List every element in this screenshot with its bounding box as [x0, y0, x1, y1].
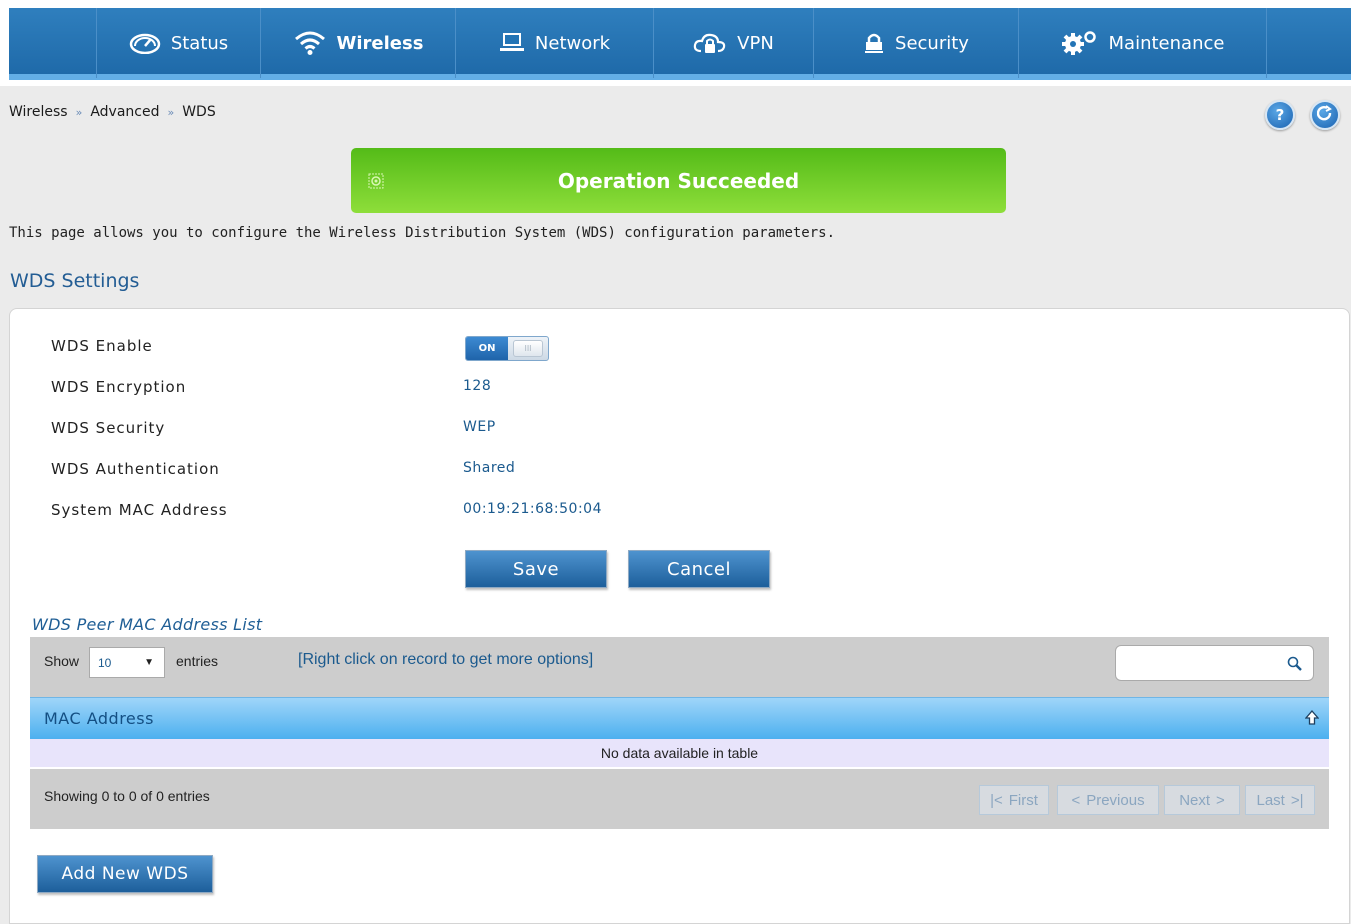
nav-tab-maintenance[interactable]: Maintenance	[1019, 8, 1267, 78]
entries-label: entries	[176, 653, 219, 669]
pager-next-label: Next	[1179, 791, 1211, 809]
pager-next-button[interactable]: Next >	[1164, 785, 1240, 815]
nav-tab-vpn[interactable]: VPN	[654, 8, 814, 78]
wds-security-value: WEP	[463, 419, 496, 435]
nav-tab-network[interactable]: Network	[456, 8, 654, 78]
breadcrumb-item-advanced[interactable]: Advanced	[90, 104, 159, 120]
lock-icon	[863, 31, 885, 55]
breadcrumb-item-wds: WDS	[182, 104, 216, 120]
section-title: WDS Settings	[10, 270, 140, 292]
wds-enable-toggle[interactable]: ON III	[465, 336, 549, 361]
nav-label-wireless: Wireless	[336, 32, 424, 54]
cloud-lock-icon	[693, 31, 727, 55]
wds-encryption-label: WDS Encryption	[51, 378, 187, 396]
breadcrumb-separator: »	[75, 106, 83, 119]
previous-page-icon: <	[1071, 791, 1081, 809]
page-size-value: 10	[98, 656, 112, 670]
nav-label-network: Network	[534, 32, 611, 54]
nav-label-vpn: VPN	[737, 32, 774, 54]
show-label: Show	[44, 653, 80, 669]
speedometer-icon	[129, 32, 161, 54]
nav-label-security: Security	[895, 32, 969, 54]
toggle-knob: III	[513, 340, 543, 357]
peer-list-toolbar: Show 10 ▼ entries [Right click on record…	[30, 637, 1329, 697]
first-page-icon: |<	[990, 791, 1003, 809]
breadcrumb-separator: »	[167, 106, 175, 119]
column-header-mac-address[interactable]: MAC Address	[44, 709, 154, 728]
sort-arrow-up-icon[interactable]	[1304, 710, 1320, 730]
monitor-icon	[499, 32, 525, 54]
pager-last-button[interactable]: Last >|	[1245, 785, 1315, 815]
wds-authentication-label: WDS Authentication	[51, 460, 220, 478]
logout-button[interactable]	[1310, 100, 1340, 130]
nav-tab-status[interactable]: Status	[96, 8, 261, 78]
wds-authentication-value: Shared	[463, 460, 516, 476]
success-icon	[368, 170, 384, 194]
pager-last-label: Last	[1256, 791, 1285, 809]
success-banner: Operation Succeeded	[351, 148, 1006, 213]
system-mac-value: 00:19:21:68:50:04	[463, 501, 602, 517]
nav-tab-security[interactable]: Security	[814, 8, 1019, 78]
table-header: MAC Address	[30, 697, 1329, 739]
breadcrumb-item-wireless[interactable]: Wireless	[9, 104, 68, 120]
pager-first-button[interactable]: |< First	[979, 785, 1049, 815]
logout-icon	[1316, 105, 1333, 125]
top-navigation: Status Wireless Network VPN Security Mai…	[9, 8, 1351, 80]
right-click-hint: [Right click on record to get more optio…	[298, 651, 594, 668]
peer-list-title: WDS Peer MAC Address List	[32, 615, 263, 634]
wds-enable-label: WDS Enable	[51, 337, 153, 355]
wds-security-label: WDS Security	[51, 419, 166, 437]
help-icon: ?	[1275, 106, 1285, 124]
cancel-button[interactable]: Cancel	[628, 550, 770, 588]
nav-label-maintenance: Maintenance	[1108, 32, 1225, 54]
page-description: This page allows you to configure the Wi…	[9, 225, 836, 241]
toggle-on-label: ON	[466, 337, 508, 360]
system-mac-label: System MAC Address	[51, 501, 228, 519]
nav-tab-wireless[interactable]: Wireless	[261, 8, 456, 78]
search-input[interactable]	[1124, 652, 1274, 674]
last-page-icon: >|	[1290, 791, 1304, 809]
search-icon[interactable]	[1287, 656, 1303, 676]
breadcrumb: Wireless » Advanced » WDS	[9, 104, 216, 120]
success-message: Operation Succeeded	[557, 168, 800, 193]
add-new-wds-button[interactable]: Add New WDS	[37, 855, 213, 893]
next-page-icon: >	[1216, 791, 1225, 809]
table-info: Showing 0 to 0 of 0 entries	[44, 788, 210, 804]
wds-encryption-value: 128	[463, 378, 492, 394]
pager-previous-button[interactable]: < Previous	[1057, 785, 1159, 815]
save-button[interactable]: Save	[465, 550, 607, 588]
wds-settings-panel: WDS Enable ON III WDS Encryption 128 WDS…	[9, 308, 1350, 924]
wifi-icon	[293, 30, 327, 56]
nav-label-status: Status	[170, 32, 229, 54]
page-content: Wireless » Advanced » WDS ? Operation Succee…	[0, 86, 1351, 924]
pager-previous-label: Previous	[1086, 791, 1145, 809]
chevron-down-icon: ▼	[144, 657, 154, 668]
pager-first-label: First	[1008, 791, 1038, 809]
page-size-select[interactable]: 10 ▼	[89, 647, 165, 678]
help-button[interactable]: ?	[1265, 100, 1295, 130]
table-empty-row: No data available in table	[30, 739, 1329, 767]
peer-list-footer: Showing 0 to 0 of 0 entries |< First < Pre…	[30, 769, 1329, 829]
search-box[interactable]	[1115, 645, 1314, 681]
gears-icon	[1061, 30, 1099, 56]
